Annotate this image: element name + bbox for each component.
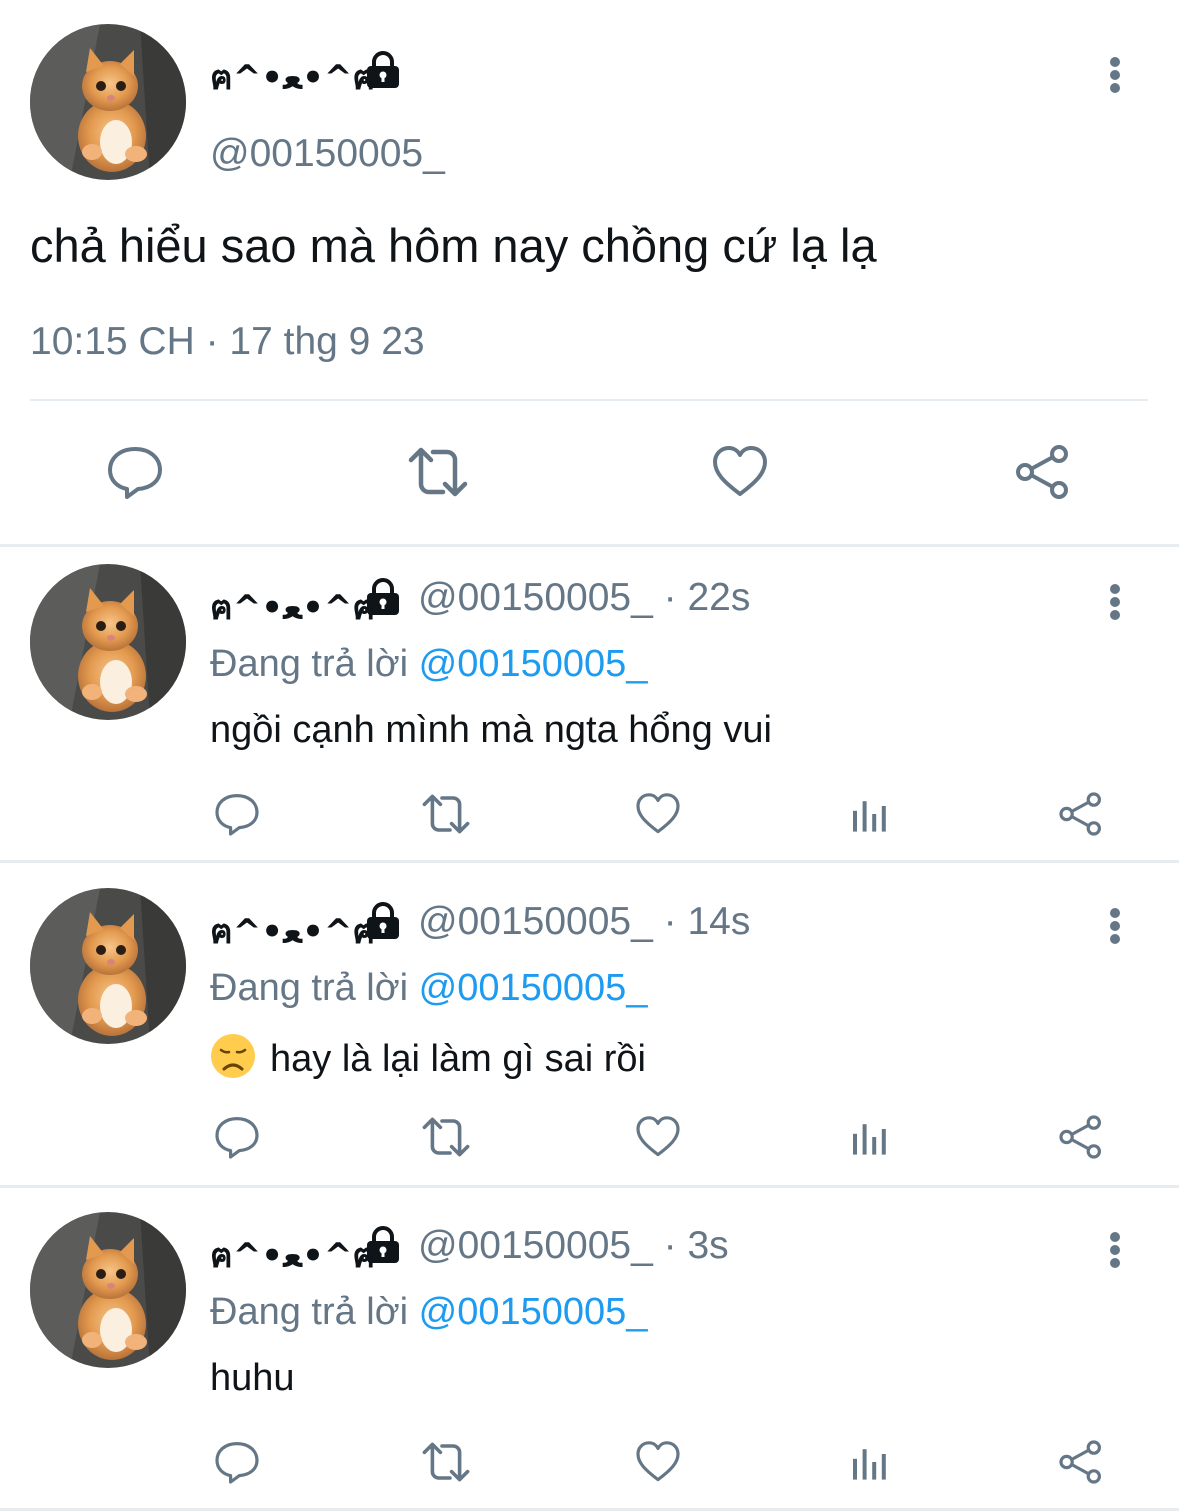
handle-and-time: @00150005_ · 3s <box>418 1224 729 1267</box>
share-icon[interactable] <box>1057 790 1105 838</box>
bar-chart-icon[interactable] <box>845 1113 893 1161</box>
avatar[interactable] <box>30 1212 186 1368</box>
heart-icon[interactable] <box>634 790 682 838</box>
reply-text-line: hay là lại làm gì sai rồi <box>210 1033 646 1081</box>
section-divider <box>0 1185 1179 1188</box>
share-icon[interactable] <box>1057 1113 1105 1161</box>
replying-to: Đang trả lời @00150005_ <box>210 967 647 1010</box>
cat-avatar-image <box>30 888 186 1044</box>
replying-prefix: Đang trả lời <box>210 1291 419 1333</box>
share-icon[interactable] <box>1013 442 1073 502</box>
lock-icon <box>362 50 404 90</box>
display-name: ฅ^•ﻌ•^ฅ <box>210 912 376 952</box>
display-name: ฅ^•ﻌ•^ฅ <box>210 58 376 98</box>
retweet-icon[interactable] <box>418 1438 474 1486</box>
tweet-text: chả hiểu sao mà hôm nay chồng cứ lạ lạ <box>30 219 877 272</box>
handle-and-time: @00150005_ · 22s <box>418 576 751 619</box>
section-divider <box>0 544 1179 547</box>
bar-chart-icon[interactable] <box>845 790 893 838</box>
cat-avatar-image <box>30 1212 186 1368</box>
replying-to: Đang trả lời @00150005_ <box>210 1291 647 1334</box>
divider <box>30 399 1148 401</box>
cat-avatar-image <box>30 24 186 180</box>
avatar[interactable] <box>30 24 186 180</box>
display-name: ฅ^•ﻌ•^ฅ <box>210 588 376 628</box>
heart-icon[interactable] <box>634 1113 682 1161</box>
lock-icon <box>362 577 404 617</box>
lock-icon <box>362 1225 404 1265</box>
handle-and-time: @00150005_ · 14s <box>418 900 751 943</box>
mention-link[interactable]: @00150005_ <box>419 967 648 1009</box>
retweet-icon[interactable] <box>403 442 473 502</box>
kebab-icon[interactable] <box>1095 1220 1135 1280</box>
disappointed-face-icon <box>211 1034 255 1078</box>
replying-prefix: Đang trả lời <box>210 967 419 1009</box>
bar-chart-icon[interactable] <box>845 1438 893 1486</box>
reply-text: hay là lại làm gì sai rồi <box>270 1038 646 1080</box>
lock-icon <box>362 901 404 941</box>
retweet-icon[interactable] <box>418 1113 474 1161</box>
handle: @00150005_ <box>210 132 445 175</box>
reply-text: huhu <box>210 1357 295 1399</box>
avatar[interactable] <box>30 888 186 1044</box>
share-icon[interactable] <box>1057 1438 1105 1486</box>
kebab-icon[interactable] <box>1095 896 1135 956</box>
section-divider <box>0 1508 1179 1511</box>
replying-to: Đang trả lời @00150005_ <box>210 643 647 686</box>
kebab-icon[interactable] <box>1095 572 1135 632</box>
heart-icon[interactable] <box>710 442 770 502</box>
avatar[interactable] <box>30 564 186 720</box>
heart-icon[interactable] <box>634 1438 682 1486</box>
cat-avatar-image <box>30 564 186 720</box>
mention-link[interactable]: @00150005_ <box>419 643 648 685</box>
section-divider <box>0 860 1179 863</box>
speech-bubble-icon[interactable] <box>213 790 261 838</box>
replying-prefix: Đang trả lời <box>210 643 419 685</box>
retweet-icon[interactable] <box>418 790 474 838</box>
speech-bubble-icon[interactable] <box>105 442 165 502</box>
speech-bubble-icon[interactable] <box>213 1113 261 1161</box>
tweet-timestamp[interactable]: 10:15 CH · 17 thg 9 23 <box>30 320 425 364</box>
kebab-icon[interactable] <box>1095 45 1135 105</box>
speech-bubble-icon[interactable] <box>213 1438 261 1486</box>
display-name: ฅ^•ﻌ•^ฅ <box>210 1236 376 1276</box>
reply-text: ngồi cạnh mình mà ngta hổng vui <box>210 709 772 751</box>
mention-link[interactable]: @00150005_ <box>419 1291 648 1333</box>
